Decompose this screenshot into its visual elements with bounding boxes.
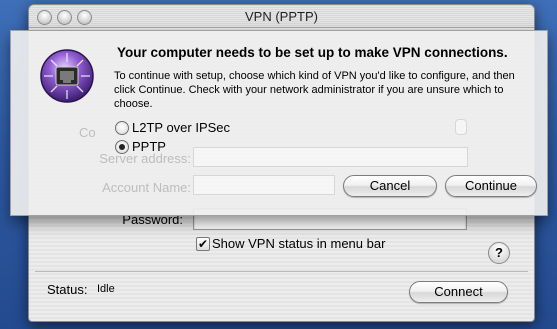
radio-l2tp-label: L2TP over IPSec (132, 120, 231, 135)
network-app-icon (40, 49, 94, 103)
show-status-label: Show VPN status in menu bar (212, 236, 386, 251)
sheet-description: To continue with setup, choose which kin… (114, 70, 515, 110)
ghost-label-account: Account Name: (102, 180, 191, 195)
ghost-label-configuration: Co (79, 125, 96, 140)
help-button[interactable]: ? (488, 242, 510, 264)
ghost-account-field (193, 175, 335, 195)
cancel-button[interactable]: Cancel (343, 175, 437, 197)
ghost-popup-arrow (455, 119, 467, 135)
connect-button[interactable]: Connect (409, 281, 508, 303)
window-title: VPN (PPTP) (245, 9, 318, 24)
title-bar[interactable]: VPN (PPTP) (29, 5, 534, 28)
continue-button[interactable]: Continue (445, 175, 537, 197)
setup-sheet: Your computer needs to be set up to make… (10, 30, 548, 216)
status-label: Status: (47, 282, 88, 297)
sheet-title: Your computer needs to be set up to make… (117, 45, 508, 60)
separator (35, 271, 528, 272)
ghost-label-server: Server address: (99, 151, 191, 166)
ghost-server-field (193, 147, 468, 167)
radio-l2tp[interactable] (115, 121, 129, 135)
radio-pptp[interactable] (115, 140, 129, 154)
radio-pptp-label: PPTP (132, 139, 166, 154)
show-status-checkbox[interactable]: ✔ (196, 237, 210, 251)
status-value: Idle (97, 283, 115, 295)
